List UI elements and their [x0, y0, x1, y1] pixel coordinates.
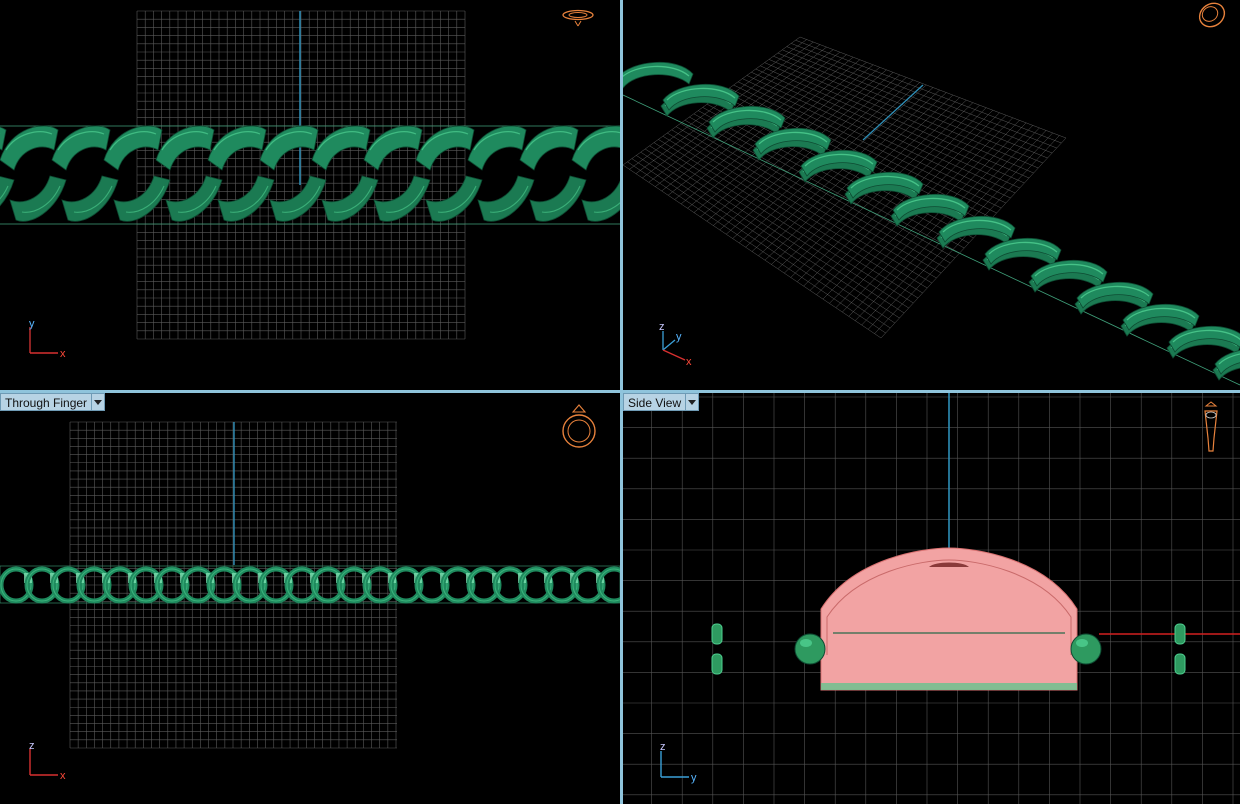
ring-top-icon[interactable] — [0, 0, 620, 390]
ring-front-icon[interactable] — [0, 393, 620, 804]
ring-perspective-icon[interactable] — [623, 0, 1240, 390]
viewport-through-finger[interactable]: Through Finger z x — [0, 393, 620, 804]
viewport-perspective[interactable]: z y x — [623, 0, 1240, 390]
chevron-down-icon[interactable] — [92, 393, 106, 411]
viewport-menu[interactable]: Side View — [623, 393, 700, 411]
viewport-top[interactable]: y x — [0, 0, 620, 390]
viewport-menu[interactable]: Through Finger — [0, 393, 106, 411]
viewport-side[interactable]: Side View z y — [623, 393, 1240, 804]
viewport-name-label[interactable]: Side View — [623, 393, 687, 411]
viewport-divider-horizontal[interactable] — [0, 390, 1240, 393]
ring-side-icon[interactable] — [623, 393, 1240, 804]
viewport-name-label[interactable]: Through Finger — [0, 393, 93, 411]
chevron-down-icon[interactable] — [686, 393, 700, 411]
